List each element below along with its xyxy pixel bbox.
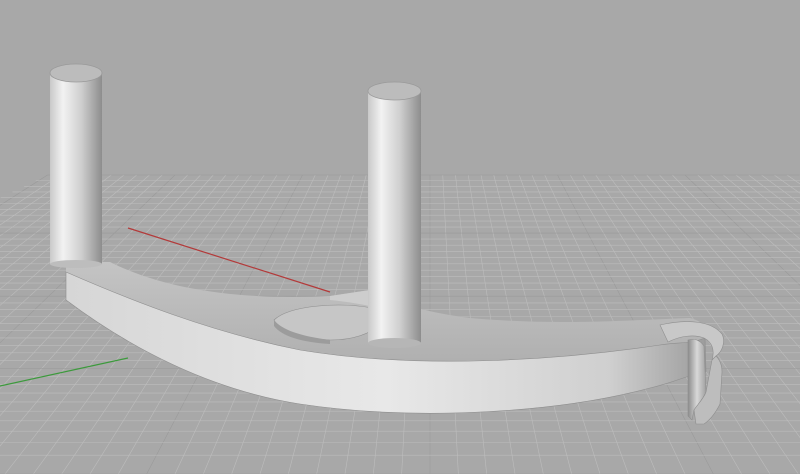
grid-line <box>697 174 800 269</box>
left-post-cap <box>49 63 103 83</box>
viewport-canvas[interactable] <box>0 0 800 474</box>
grid-line <box>774 174 800 194</box>
left-post[interactable] <box>49 63 103 268</box>
left-post-bottom <box>50 260 102 268</box>
grid-line <box>710 174 800 254</box>
right-post-body <box>368 91 421 343</box>
perspective-viewport[interactable] <box>0 0 800 474</box>
right-post-cap <box>367 81 422 101</box>
grid-line <box>786 174 800 185</box>
right-post-bottom <box>368 338 421 348</box>
left-post-body <box>50 73 102 264</box>
right-post[interactable] <box>367 81 422 348</box>
y-axis-line <box>0 357 129 387</box>
